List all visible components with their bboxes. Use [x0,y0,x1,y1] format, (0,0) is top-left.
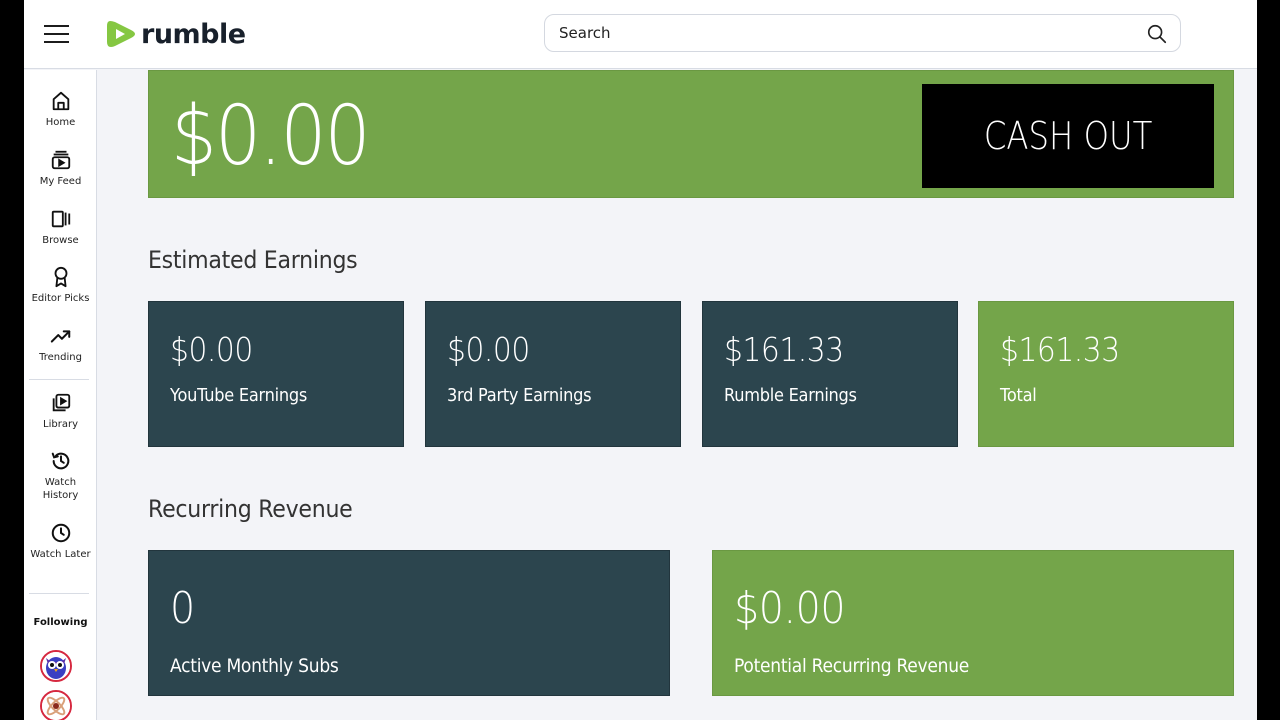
card-value: $0.00 [734,583,846,634]
card-value: $161.33 [1000,330,1120,369]
owl-avatar[interactable] [40,650,72,682]
potential-recurring-revenue-card: $0.00 Potential Recurring Revenue [712,550,1234,696]
home-icon [52,91,69,111]
total-earnings-card: $161.33 Total [978,301,1234,447]
card-value: $161.33 [724,330,844,369]
balance-amount: $0.00 [171,89,371,184]
card-label: YouTube Earnings [170,385,308,406]
card-label: Active Monthly Subs [170,655,339,677]
browse-icon [51,210,70,228]
sidebar-item-editor-picks[interactable]: Editor Picks [24,266,97,305]
top-header: rumble [24,0,1257,69]
card-value: 0 [170,583,195,634]
cash-out-label: CASH OUT [983,114,1153,158]
channel-avatar[interactable] [40,690,72,720]
sidebar: Home My Feed Browse Editor Picks Trendin… [24,70,97,720]
sidebar-divider [29,593,89,594]
sidebar-item-browse[interactable]: Browse [24,208,97,247]
sidebar-item-trending[interactable]: Trending [24,325,97,364]
trending-icon [50,330,70,343]
active-monthly-subs-card: 0 Active Monthly Subs [148,550,670,696]
sidebar-item-my-feed[interactable]: My Feed [24,149,97,188]
sidebar-item-library[interactable]: Library [24,392,97,431]
card-value: $0.00 [170,330,253,369]
logo-text: rumble [141,18,246,50]
youtube-earnings-card: $0.00 YouTube Earnings [148,301,404,447]
card-label: Rumble Earnings [724,385,857,406]
award-icon [54,266,67,288]
card-value: $0.00 [447,330,530,369]
sidebar-item-home[interactable]: Home [24,90,97,129]
history-icon [51,452,69,470]
cash-out-button[interactable]: CASH OUT [922,84,1214,188]
menu-icon[interactable] [44,24,69,44]
sidebar-item-watch-history[interactable]: Watch History [24,450,97,502]
app-window: rumble Home My Feed [24,0,1257,720]
library-icon [52,393,70,412]
search-bar [544,14,1181,52]
rumble-logo[interactable]: rumble [104,16,246,52]
estimated-earnings-title: Estimated Earnings [148,246,358,274]
right-frame [1257,0,1280,720]
recurring-revenue-title: Recurring Revenue [148,495,353,523]
owl-avatar-icon [42,652,70,680]
balance-banner: $0.00 CASH OUT [148,70,1234,198]
search-icon[interactable] [1146,23,1168,45]
sidebar-divider [29,379,89,380]
search-input[interactable] [559,15,1119,51]
card-label: Potential Recurring Revenue [734,655,970,677]
left-frame [0,0,24,720]
card-label: 3rd Party Earnings [447,385,592,406]
sidebar-item-watch-later[interactable]: Watch Later [24,522,97,561]
feed-icon [51,150,70,170]
third-party-earnings-card: $0.00 3rd Party Earnings [425,301,681,447]
channel-avatar-icon [42,692,70,720]
rumble-earnings-card: $161.33 Rumble Earnings [702,301,958,447]
clock-icon [51,523,70,543]
rumble-logo-icon [107,21,135,47]
card-label: Total [1000,385,1037,406]
following-label: Following [33,617,88,628]
